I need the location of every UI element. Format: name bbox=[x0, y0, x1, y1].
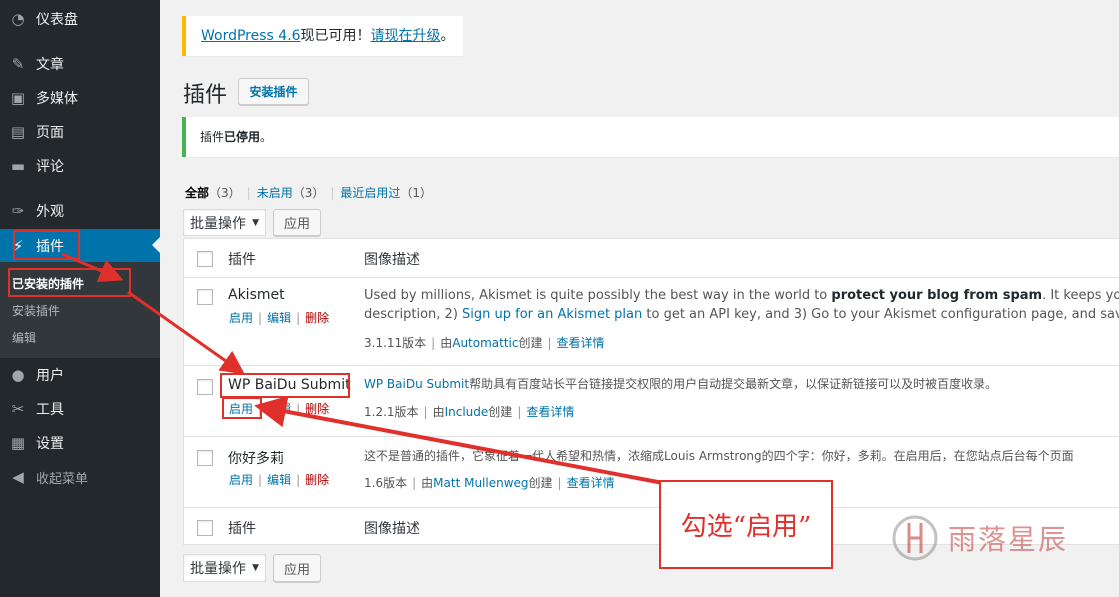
instruction-callout: 勾选“启用” bbox=[659, 480, 833, 569]
watermark-text: 雨落星辰 bbox=[948, 523, 1069, 556]
arrow-to-installed bbox=[61, 252, 124, 282]
watermark: 雨落星辰 bbox=[890, 513, 1068, 563]
arrow-to-activate bbox=[254, 395, 701, 492]
arrow-to-plugin bbox=[127, 290, 245, 375]
watermark-logo-icon bbox=[892, 515, 938, 561]
annotation-arrows bbox=[61, 252, 701, 492]
